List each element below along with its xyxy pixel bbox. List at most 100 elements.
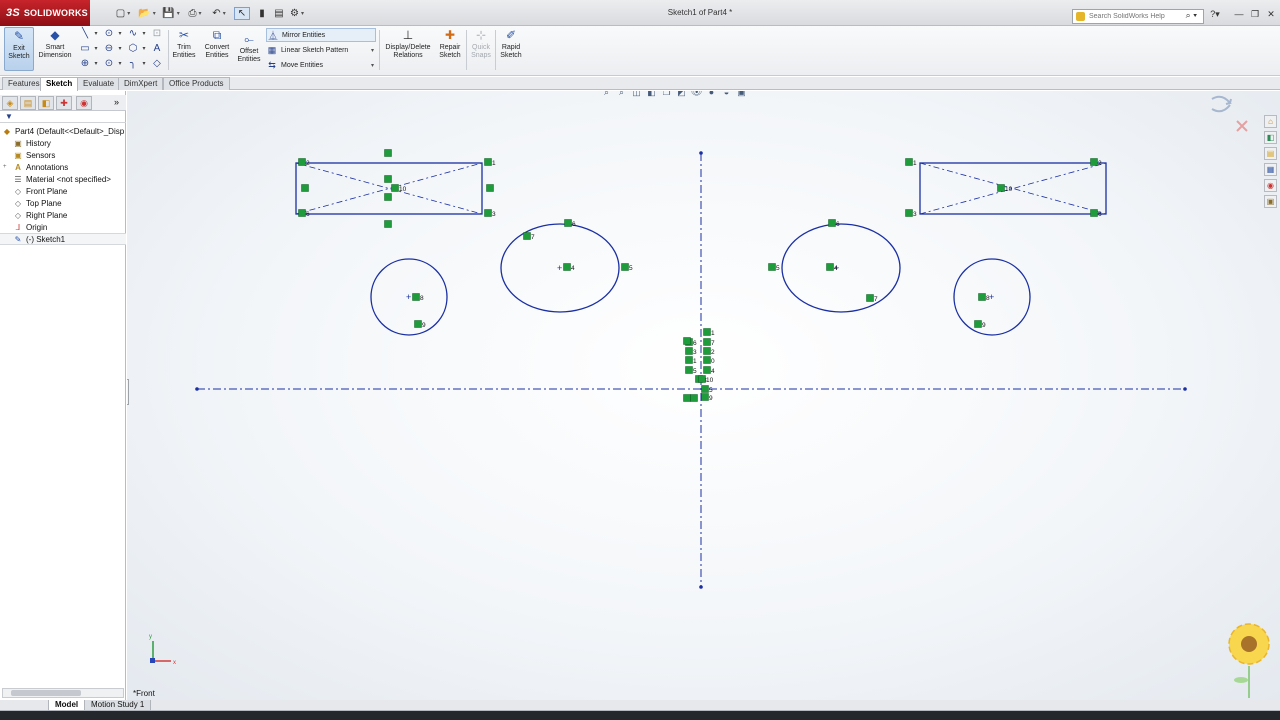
relation-marker[interactable] (391, 184, 399, 192)
dimxpert-manager-tab-icon[interactable]: ✚ (56, 96, 72, 110)
linear-sketch-pattern-button[interactable]: ▦ Linear Sketch Pattern ▾ (266, 43, 376, 57)
custom-properties-icon[interactable]: ▣ (1264, 195, 1277, 208)
tree-item-top-plane[interactable]: ◇ Top Plane (0, 197, 126, 209)
relation-marker[interactable] (1090, 209, 1098, 217)
minimize-button[interactable]: — (1232, 9, 1246, 22)
relation-marker[interactable] (563, 263, 571, 271)
relation-marker[interactable] (826, 263, 834, 271)
relation-marker[interactable] (685, 356, 693, 364)
relation-marker[interactable] (685, 347, 693, 355)
relation-marker[interactable] (298, 158, 306, 166)
polygon-dropdown-icon[interactable]: ▾ (141, 43, 147, 55)
save-icon[interactable]: 💾 ▾ (162, 7, 180, 20)
property-manager-tab-icon[interactable]: ▤ (20, 96, 36, 110)
mirror-entities-button[interactable]: ⏅ Mirror Entities (266, 28, 376, 42)
relation-marker[interactable] (866, 294, 874, 302)
tab-evaluate[interactable]: Evaluate (77, 77, 121, 90)
tab-dimxpert[interactable]: DimXpert (118, 77, 164, 90)
relation-marker[interactable] (1090, 158, 1098, 166)
open-folder-icon[interactable]: 📂 ▾ (138, 7, 156, 20)
select-pointer-icon[interactable]: ↖ (234, 7, 250, 20)
relation-marker[interactable] (978, 293, 986, 301)
tree-item-history[interactable]: ▣ History (0, 137, 126, 149)
plane-tool-icon[interactable]: ◇ (150, 58, 164, 70)
tree-item-front-plane[interactable]: ◇ Front Plane (0, 185, 126, 197)
centerline-tool-icon[interactable]: ╮ (126, 58, 140, 70)
filter-bar[interactable]: ▼ (0, 111, 126, 123)
rapid-sketch-button[interactable]: ✐ Rapid Sketch (497, 28, 525, 60)
rectangle-tool-icon[interactable]: ▭ (78, 43, 92, 55)
smart-dimension-button[interactable]: ◆ Smart Dimension (38, 28, 72, 60)
relation-marker[interactable] (384, 193, 392, 201)
print-icon[interactable]: ⎙ ▾ (186, 7, 204, 20)
tree-item-material[interactable]: ☰ Material <not specified> (0, 173, 126, 185)
centerline-dropdown-icon[interactable]: ▾ (141, 58, 147, 70)
line-tool-icon[interactable]: ╲ (78, 28, 92, 40)
relation-marker[interactable] (828, 219, 836, 227)
undo-icon[interactable]: ↶ ▾ (210, 7, 228, 20)
relation-marker[interactable] (703, 366, 711, 374)
search-icon[interactable]: ⌕ ▾ (1186, 10, 1197, 21)
relation-marker[interactable] (905, 158, 913, 166)
scrollbar-thumb[interactable] (11, 690, 81, 696)
help-icon[interactable]: ?▾ (1208, 9, 1222, 22)
relation-marker[interactable] (683, 337, 691, 345)
restore-button[interactable]: ❐ (1248, 9, 1262, 22)
solidworks-resources-icon[interactable]: ⌂ (1264, 115, 1277, 128)
move-entities-dropdown-icon[interactable]: ▾ (371, 62, 374, 69)
relation-marker[interactable] (683, 394, 691, 402)
search-box[interactable]: ⌕ ▾ (1072, 9, 1204, 24)
tree-item-right-plane[interactable]: ◇ Right Plane (0, 209, 126, 221)
relation-marker[interactable] (484, 158, 492, 166)
spline-tool-icon[interactable]: ∿ (126, 28, 140, 40)
line-dropdown-icon[interactable]: ▾ (93, 28, 99, 40)
relation-marker[interactable] (905, 209, 913, 217)
relation-marker[interactable] (703, 338, 711, 346)
relation-marker[interactable] (564, 219, 572, 227)
close-button[interactable]: ✕ (1264, 9, 1278, 22)
point-tool-icon[interactable]: ⊕ (78, 58, 92, 70)
solidworks-logo[interactable]: 3S SOLIDWORKS (0, 0, 90, 26)
relation-marker[interactable] (486, 184, 494, 192)
relation-marker[interactable] (384, 149, 392, 157)
relation-marker[interactable] (484, 209, 492, 217)
relation-marker[interactable] (298, 209, 306, 217)
tree-item-annotations[interactable]: + A Annotations (0, 161, 126, 173)
tab-model[interactable]: Model (48, 700, 86, 711)
relation-marker[interactable] (698, 375, 706, 383)
expand-icon[interactable]: + (3, 164, 7, 170)
ellipse-dropdown-icon[interactable]: ▾ (117, 58, 123, 70)
tab-sketch[interactable]: Sketch (40, 77, 79, 91)
panel-horizontal-scrollbar[interactable] (2, 688, 124, 698)
circle-tool-icon[interactable]: ⊙ (102, 28, 116, 40)
relation-marker[interactable] (523, 232, 531, 240)
relation-marker[interactable] (384, 175, 392, 183)
relation-marker[interactable] (768, 263, 776, 271)
tree-item-origin[interactable]: ⅃ Origin (0, 221, 126, 233)
relation-marker[interactable] (685, 366, 693, 374)
tab-motion-study[interactable]: Motion Study 1 (84, 700, 152, 711)
tree-item-sensors[interactable]: ▣ Sensors (0, 149, 126, 161)
relation-marker[interactable] (703, 356, 711, 364)
search-input[interactable] (1089, 13, 1189, 20)
relation-marker[interactable] (703, 328, 711, 336)
relation-marker[interactable] (701, 385, 709, 393)
feature-manager-tab-icon[interactable]: ◈ (2, 96, 18, 110)
polygon-tool-icon[interactable]: ⬡ (126, 43, 140, 55)
relation-marker[interactable] (414, 320, 422, 328)
tree-item-sketch1[interactable]: ✎ (-) Sketch1 (0, 233, 126, 245)
move-entities-button[interactable]: ⇆ Move Entities ▾ (266, 58, 376, 72)
linear-pattern-dropdown-icon[interactable]: ▾ (371, 47, 374, 54)
text-tool-icon[interactable]: A (150, 43, 164, 55)
slot-tool-icon[interactable]: ⊖ (102, 43, 116, 55)
configuration-manager-tab-icon[interactable]: ◧ (38, 96, 54, 110)
file-properties-icon[interactable]: ▤ (272, 7, 286, 20)
point-dropdown-icon[interactable]: ▾ (93, 58, 99, 70)
display-manager-tab-icon[interactable]: ◉ (76, 96, 92, 110)
new-document-icon[interactable]: ▢ ▾ (114, 7, 132, 20)
offset-entities-button[interactable]: ⟜ Offset Entities (234, 32, 264, 64)
slot-dropdown-icon[interactable]: ▾ (117, 43, 123, 55)
rectangle-dropdown-icon[interactable]: ▾ (93, 43, 99, 55)
spline-dropdown-icon[interactable]: ▾ (141, 28, 147, 40)
relation-marker[interactable] (974, 320, 982, 328)
